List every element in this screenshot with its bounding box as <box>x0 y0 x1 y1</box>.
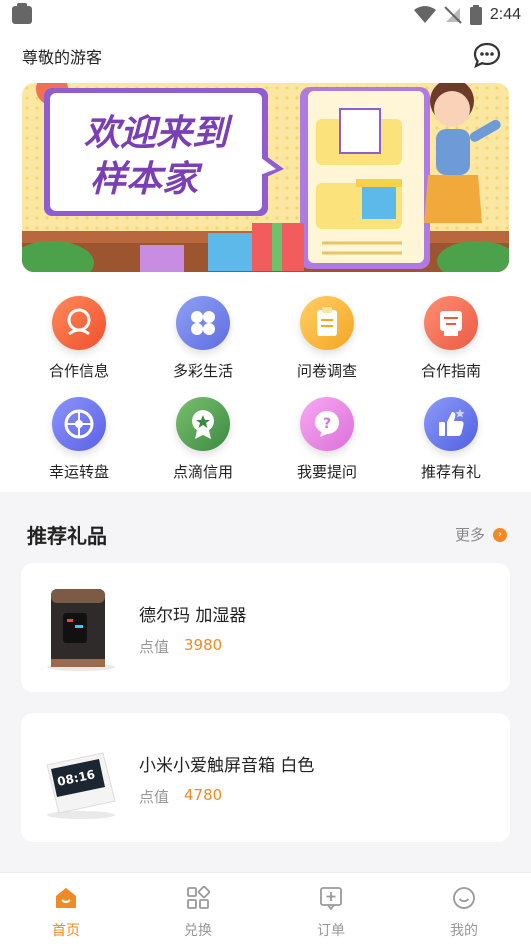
medal-icon <box>176 397 230 451</box>
grid-item-cooperation-info[interactable]: 合作信息 <box>24 296 134 381</box>
grid-item-guide[interactable]: 合作指南 <box>396 296 506 381</box>
tab-label: 兑换 <box>184 923 212 939</box>
gift-card[interactable]: 08:16 小米小爱触屏音箱 白色 点值 4780 <box>21 713 510 842</box>
grid-item-survey[interactable]: 问卷调查 <box>272 296 382 381</box>
lucky-wheel-icon <box>52 397 106 451</box>
points-label: 点值 <box>139 788 170 806</box>
tab-label: 首页 <box>52 923 80 939</box>
home-icon <box>56 888 76 908</box>
clipboard-status-icon <box>12 3 32 24</box>
tab-exchange[interactable]: 兑换 <box>132 873 264 944</box>
tab-profile[interactable]: 我的 <box>398 873 530 944</box>
battery-icon <box>469 5 482 25</box>
feature-grid: 合作信息 多彩生活 问卷调查 合作指南 幸运转盘 点滴信用 ? 我要提问 推荐有… <box>0 280 531 492</box>
grid-item-label: 我要提问 <box>296 463 357 481</box>
banner-title-line2: 样本家 <box>90 159 203 200</box>
thumbs-up-icon <box>424 397 478 451</box>
welcome-banner[interactable]: 欢迎来到 样本家 <box>22 83 509 272</box>
guide-book-icon <box>424 296 478 350</box>
message-icon[interactable] <box>473 42 501 68</box>
grid-item-label: 推荐有礼 <box>420 463 481 481</box>
grid-item-label: 合作指南 <box>420 362 481 380</box>
header: 尊敬的游客 <box>0 30 531 80</box>
question-icon: ? <box>300 397 354 451</box>
grid-item-label: 合作信息 <box>48 362 109 380</box>
points-value: 4780 <box>184 786 223 804</box>
gift-card[interactable]: 德尔玛 加湿器 点值 3980 <box>21 563 510 692</box>
profile-icon <box>453 887 475 909</box>
grid-item-label: 多彩生活 <box>172 362 233 380</box>
points-label: 点值 <box>139 638 170 656</box>
grid-item-label: 点滴信用 <box>172 463 233 481</box>
svg-text:?: ? <box>323 416 331 432</box>
grid-item-label: 问卷调查 <box>296 362 357 380</box>
tab-label: 我的 <box>450 923 478 939</box>
status-time: 2:44 <box>489 6 521 23</box>
more-label: 更多 <box>454 526 485 544</box>
banner-area: 欢迎来到 样本家 <box>0 80 531 280</box>
banner-illustration: 欢迎来到 样本家 <box>22 83 509 272</box>
no-signal-icon <box>444 6 462 24</box>
status-bar: 2:44 <box>0 0 531 30</box>
grid-item-credit[interactable]: 点滴信用 <box>148 397 258 482</box>
grid-item-colorful-life[interactable]: 多彩生活 <box>148 296 258 381</box>
tab-label: 订单 <box>317 923 345 939</box>
grid-item-ask-question[interactable]: ? 我要提问 <box>272 397 382 482</box>
tab-orders[interactable]: 订单 <box>265 873 397 944</box>
location-person-icon <box>52 296 106 350</box>
more-link[interactable]: 更多 › <box>455 524 507 545</box>
grid-item-lucky-wheel[interactable]: 幸运转盘 <box>24 397 134 482</box>
tab-home[interactable]: 首页 <box>0 873 132 944</box>
order-icon <box>320 887 342 911</box>
chevron-right-icon: › <box>493 527 507 542</box>
smart-speaker-thumbnail: 08:16 <box>46 752 116 819</box>
grid-item-label: 幸运转盘 <box>48 463 109 481</box>
humidifier-thumbnail <box>47 589 115 671</box>
bottom-tab-bar: 首页 兑换 订单 我的 <box>0 872 531 944</box>
gift-name: 德尔玛 加湿器 <box>139 606 247 626</box>
gift-name: 小米小爱触屏音箱 白色 <box>139 756 315 776</box>
exchange-icon <box>187 885 211 909</box>
status-indicators: 2:44 <box>413 3 521 27</box>
points-value: 3980 <box>184 636 223 654</box>
clipboard-icon <box>300 296 354 350</box>
wifi-icon <box>413 6 436 23</box>
banner-title-line1: 欢迎来到 <box>84 113 233 154</box>
greeting-text: 尊敬的游客 <box>22 48 103 67</box>
grid-item-referral[interactable]: 推荐有礼 <box>396 397 506 482</box>
section-title: 推荐礼品 <box>27 524 107 548</box>
petals-icon <box>176 296 230 350</box>
